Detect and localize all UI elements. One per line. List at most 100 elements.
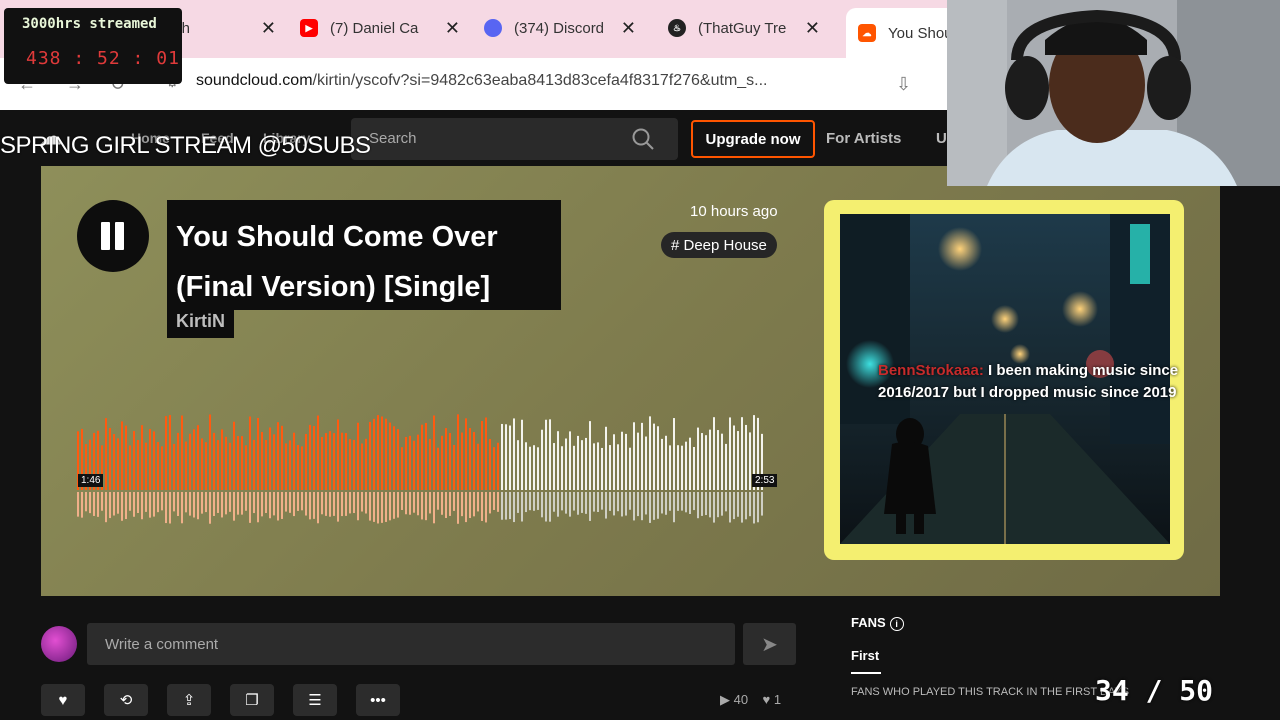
close-icon[interactable]: ✕ <box>445 18 460 39</box>
waveform-reflection-bar <box>557 492 559 517</box>
waveform-reflection-bar <box>681 492 683 511</box>
repost-button[interactable]: ⟲ <box>104 684 148 716</box>
waveform-bar <box>633 422 635 490</box>
waveform-reflection-bar <box>237 492 239 515</box>
waveform-bar <box>321 436 323 490</box>
waveform-bar <box>625 433 627 490</box>
waveform-bar <box>589 421 591 490</box>
track-title-line1: You Should Come Over <box>176 221 498 253</box>
waveform-reflection-bar <box>437 492 439 510</box>
waveform-bar <box>297 444 299 490</box>
waveform-bar <box>181 415 183 490</box>
waveform-bar <box>329 431 331 490</box>
waveform-bar <box>389 422 391 490</box>
waveform-bar <box>201 438 203 490</box>
waveform-bar <box>345 433 347 490</box>
waveform-bar <box>629 447 631 490</box>
waveform-reflection-bar <box>269 492 271 519</box>
chat-line1: I been making music since <box>988 362 1179 379</box>
waveform-reflection-bar <box>689 492 691 514</box>
waveform-bar <box>737 431 739 490</box>
waveform-bar <box>525 442 527 490</box>
waveform-bar <box>689 437 691 490</box>
waveform-reflection-bar <box>361 492 363 512</box>
waveform-bar <box>149 428 151 490</box>
waveform-bar <box>729 417 731 490</box>
waveform-bar <box>185 441 187 490</box>
play-count: 40 <box>733 692 749 707</box>
waveform-bar <box>669 445 671 490</box>
waveform-bar <box>621 431 623 490</box>
tab-first[interactable]: First <box>851 648 879 663</box>
url-text[interactable]: soundcloud.com/kirtin/yscofv?si=9482c63e… <box>196 72 768 90</box>
chat-username: BennStrokaaa: <box>878 362 984 379</box>
waveform-bar <box>745 424 747 490</box>
waveform-reflection-bar <box>645 492 647 515</box>
waveform-bar <box>741 417 743 490</box>
search-input[interactable]: Search <box>351 118 678 160</box>
tab-thatguy[interactable]: ♨ (ThatGuy Tre ✕ <box>668 10 820 46</box>
add-to-next-up-button[interactable]: ☰ <box>293 684 337 716</box>
copy-link-button[interactable]: ❐ <box>230 684 274 716</box>
search-icon[interactable] <box>630 126 656 152</box>
waveform-bar <box>557 431 559 490</box>
waveform-bar <box>509 425 511 490</box>
waveform-reflection-bar <box>297 492 299 511</box>
send-comment-button[interactable]: ➤ <box>743 623 796 665</box>
close-icon[interactable]: ✕ <box>805 18 820 39</box>
waveform-reflection-bar <box>457 492 459 524</box>
waveform-reflection-bar <box>225 492 227 515</box>
close-icon[interactable]: ✕ <box>261 18 276 39</box>
more-button[interactable]: ••• <box>356 684 400 716</box>
copy-icon: ❐ <box>245 692 259 709</box>
waveform-bar <box>657 426 659 490</box>
repost-icon: ⟲ <box>119 692 133 709</box>
waveform-reflection-bar <box>657 492 659 519</box>
waveform-reflection-bar <box>229 492 231 512</box>
waveform-reflection-bar <box>185 492 187 513</box>
tab-youtube[interactable]: ▶ (7) Daniel Ca ✕ <box>300 10 460 46</box>
install-icon[interactable]: ⇩ <box>896 74 911 95</box>
waveform-bar <box>365 438 367 490</box>
comment-input[interactable]: Write a comment <box>87 623 735 665</box>
share-button[interactable]: ⇪ <box>167 684 211 716</box>
genre-tag[interactable]: # Deep House <box>661 232 777 258</box>
close-icon[interactable]: ✕ <box>621 18 636 39</box>
waveform-bar <box>693 446 695 490</box>
upload-link[interactable]: U <box>936 130 947 147</box>
waveform-reflection-bar <box>145 492 147 512</box>
like-button[interactable]: ♥ <box>41 684 85 716</box>
waveform-reflection-bar <box>241 492 243 515</box>
waveform-bar <box>677 445 679 490</box>
waveform-reflection-bar <box>273 492 275 516</box>
waveform-reflection-bar <box>177 492 179 516</box>
fans-heading-label: FANS <box>851 615 886 630</box>
waveform-reflection-bar <box>525 492 527 513</box>
waveform-reflection-bar <box>661 492 663 514</box>
waveform-reflection-bar <box>541 492 543 518</box>
waveform-bar <box>173 443 175 490</box>
waveform-bar <box>581 440 583 490</box>
waveform-reflection-bar <box>629 492 631 510</box>
waveform[interactable] <box>77 412 767 524</box>
pause-button[interactable] <box>77 200 149 272</box>
discord-icon <box>484 19 502 37</box>
info-icon[interactable]: i <box>889 617 904 631</box>
waveform-bar <box>313 426 315 490</box>
waveform-bar <box>105 418 107 490</box>
waveform-bar <box>613 434 615 490</box>
waveform-bar <box>401 447 403 490</box>
upgrade-button[interactable]: Upgrade now <box>691 120 815 158</box>
user-avatar[interactable] <box>41 626 77 662</box>
waveform-bar <box>153 431 155 490</box>
tab-discord[interactable]: (374) Discord ✕ <box>484 10 636 46</box>
waveform-bar <box>549 419 551 490</box>
for-artists-link[interactable]: For Artists <box>826 130 901 147</box>
waveform-reflection-bar <box>321 492 323 515</box>
waveform-reflection-bar <box>701 492 703 516</box>
waveform-reflection-bar <box>257 492 259 523</box>
waveform-bar <box>157 442 159 490</box>
track-artist[interactable]: KirtiN <box>167 308 234 338</box>
waveform-bar <box>193 429 195 490</box>
waveform-reflection-bar <box>173 492 175 512</box>
